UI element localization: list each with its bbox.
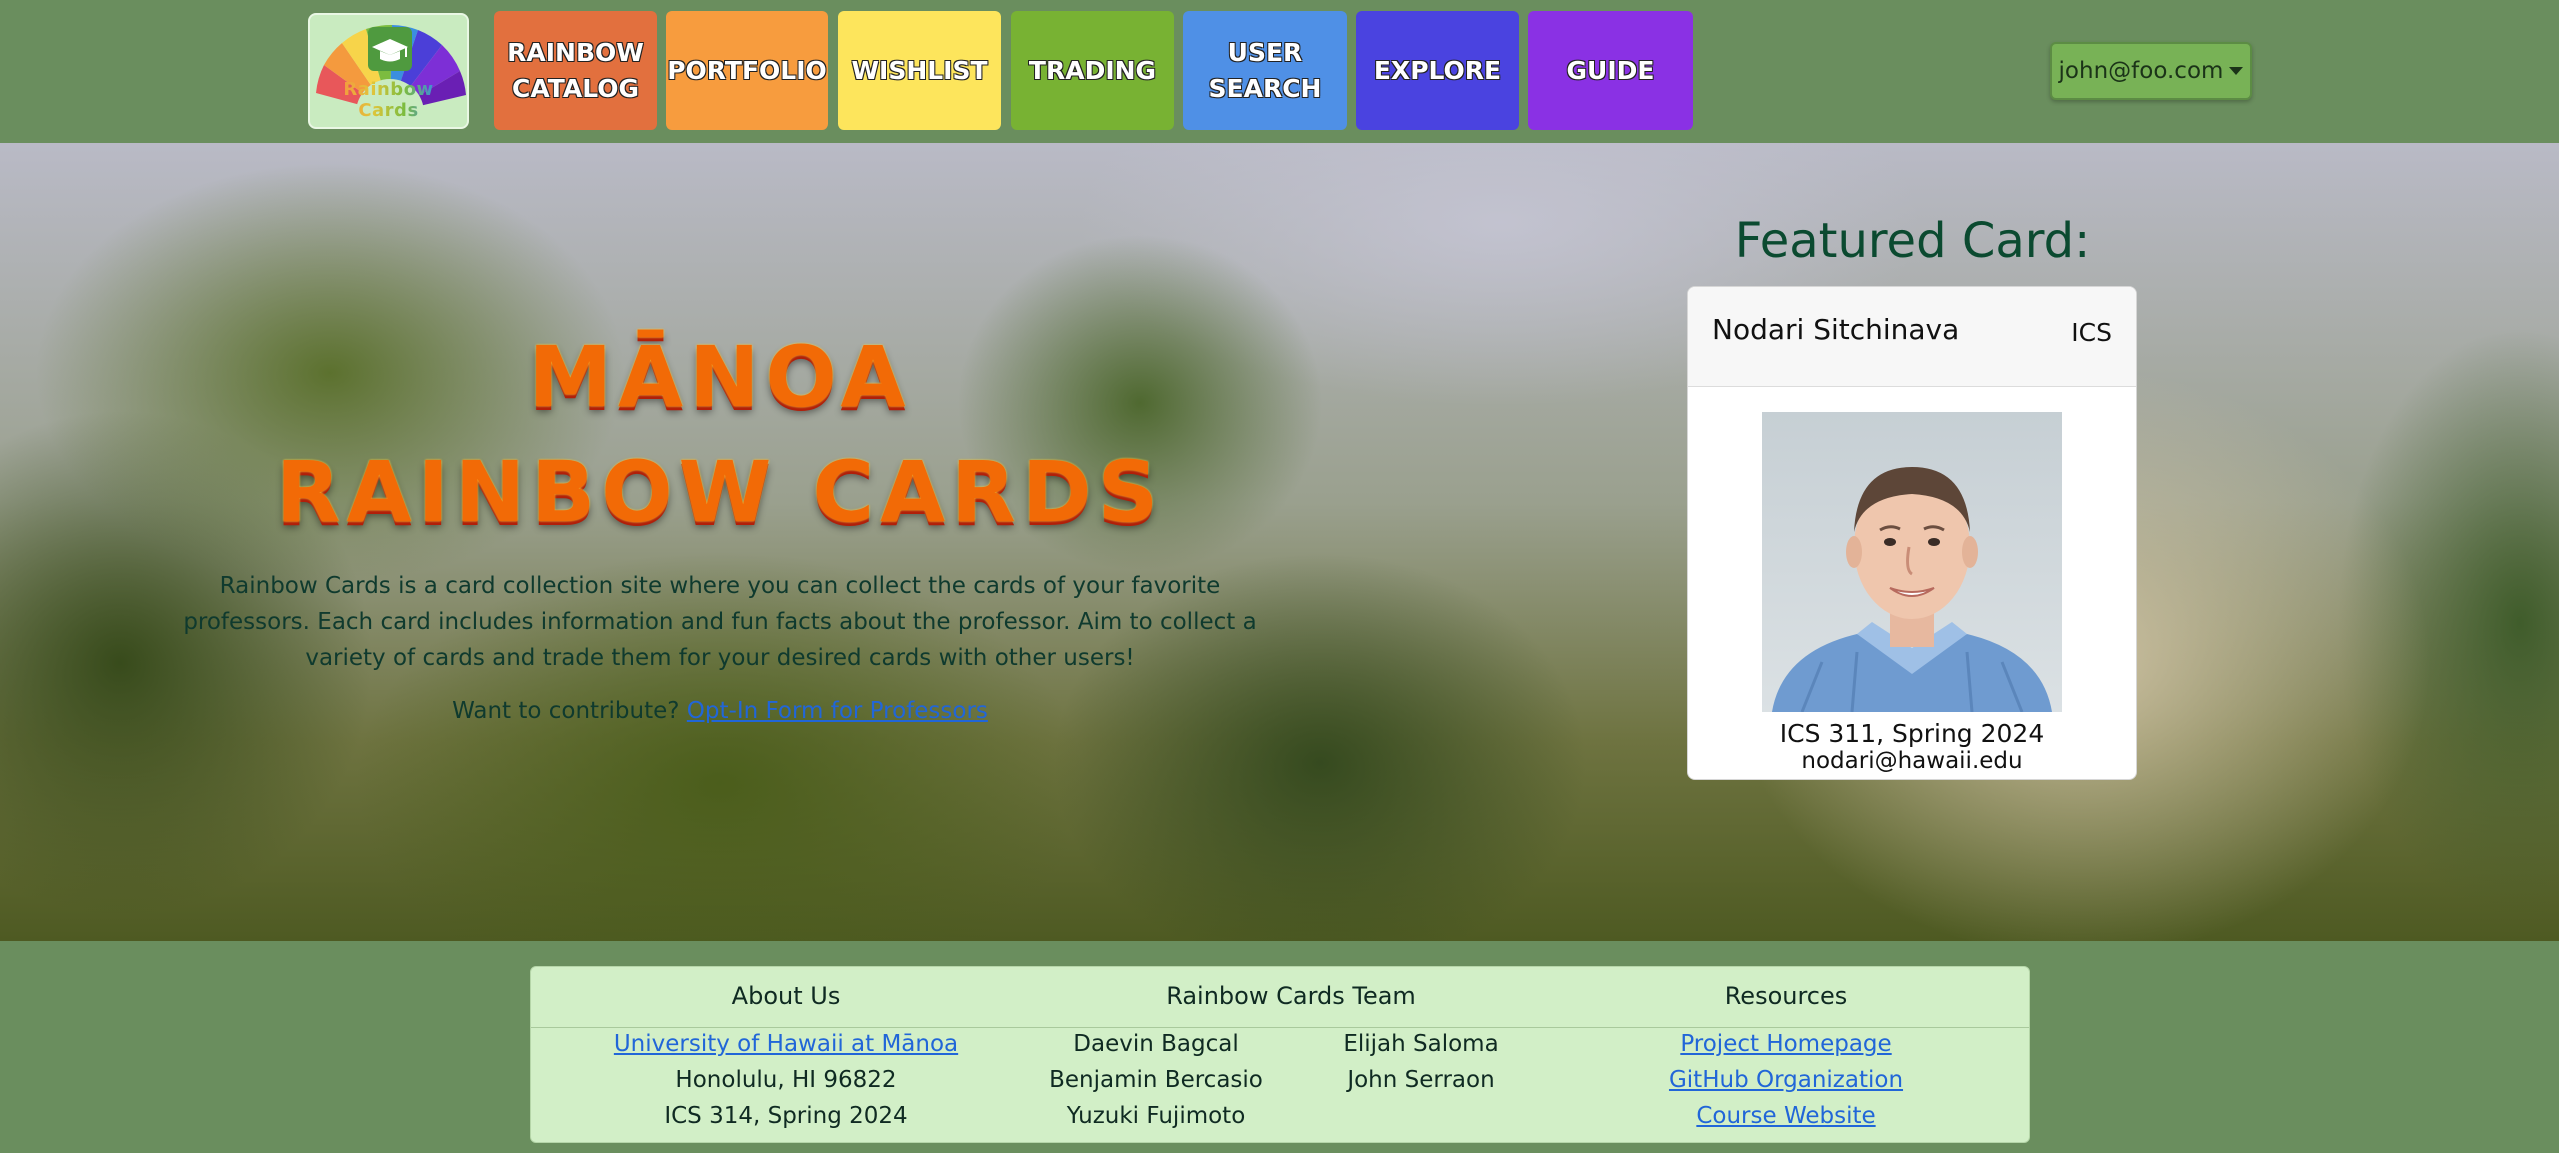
footer-about-heading: About Us xyxy=(731,982,841,1010)
team-member: Yuzuki Fujimoto xyxy=(1066,1103,1246,1129)
nav-button-explore[interactable]: EXPLORE xyxy=(1356,11,1519,130)
team-member: Daevin Bagcal xyxy=(1073,1031,1239,1057)
footer-address: Honolulu, HI 96822 xyxy=(675,1067,897,1093)
team-member: John Serraon xyxy=(1347,1067,1495,1093)
contribute-line: Want to contribute? Opt-In Form for Prof… xyxy=(160,698,1280,724)
nav-button-portfolio[interactable]: PORTFOLIO xyxy=(666,11,828,130)
contribute-prompt: Want to contribute? xyxy=(452,698,680,724)
professor-portrait-icon xyxy=(1772,467,2052,712)
nav-button-wishlist[interactable]: WISHLIST xyxy=(838,11,1001,130)
logo-text: Rainbow Cards xyxy=(310,79,467,121)
hero-title-line1: MĀNOA xyxy=(528,328,912,426)
user-dropdown[interactable]: john@foo.com xyxy=(2050,42,2252,100)
caret-down-icon xyxy=(2229,67,2244,75)
footer-uh-manoa-link[interactable]: University of Hawaii at Mānoa xyxy=(531,1031,1041,1057)
card-department: ICS xyxy=(2071,318,2112,347)
featured-card-heading: Featured Card: xyxy=(1734,213,2091,269)
navbar: Rainbow Cards RAINBOW CATALOG PORTFOLIO … xyxy=(0,0,2559,143)
nav-button-rainbow-catalog[interactable]: RAINBOW CATALOG xyxy=(494,11,657,130)
opt-in-form-link[interactable]: Opt-In Form for Professors xyxy=(687,698,988,724)
nav-button-guide[interactable]: GUIDE xyxy=(1528,11,1693,130)
nav-button-trading[interactable]: TRADING xyxy=(1011,11,1174,130)
project-homepage-link[interactable]: Project Homepage xyxy=(1541,1031,2031,1057)
nav-button-user-search[interactable]: USER SEARCH xyxy=(1183,11,1347,130)
card-course: ICS 311, Spring 2024 xyxy=(1779,719,2045,748)
team-member: Elijah Saloma xyxy=(1343,1031,1499,1057)
footer-resources-heading: Resources xyxy=(1724,982,1848,1010)
footer-team-heading: Rainbow Cards Team xyxy=(1166,982,1416,1010)
footer-divider xyxy=(531,1027,2029,1028)
footer-course: ICS 314, Spring 2024 xyxy=(664,1103,908,1129)
professor-photo xyxy=(1762,412,2062,712)
github-organization-link[interactable]: GitHub Organization xyxy=(1541,1067,2031,1093)
hero-title-line2: RAINBOW CARDS xyxy=(275,443,1165,541)
card-email: nodari@hawaii.edu xyxy=(1801,748,2023,774)
featured-card[interactable]: Nodari Sitchinava ICS ICS 311, Spring 20… xyxy=(1687,286,2137,780)
card-professor-name: Nodari Sitchinava xyxy=(1712,313,1960,346)
team-member: Benjamin Bercasio xyxy=(1049,1067,1263,1093)
hero-description: Rainbow Cards is a card collection site … xyxy=(183,573,1257,671)
footer: About Us Rainbow Cards Team Resources Un… xyxy=(530,966,2030,1143)
card-header: Nodari Sitchinava ICS xyxy=(1688,287,2136,387)
hero-section: MĀNOA RAINBOW CARDS Rainbow Cards is a c… xyxy=(0,143,2559,941)
course-website-link[interactable]: Course Website xyxy=(1541,1103,2031,1129)
user-email: john@foo.com xyxy=(2058,58,2224,84)
logo[interactable]: Rainbow Cards xyxy=(308,13,469,129)
